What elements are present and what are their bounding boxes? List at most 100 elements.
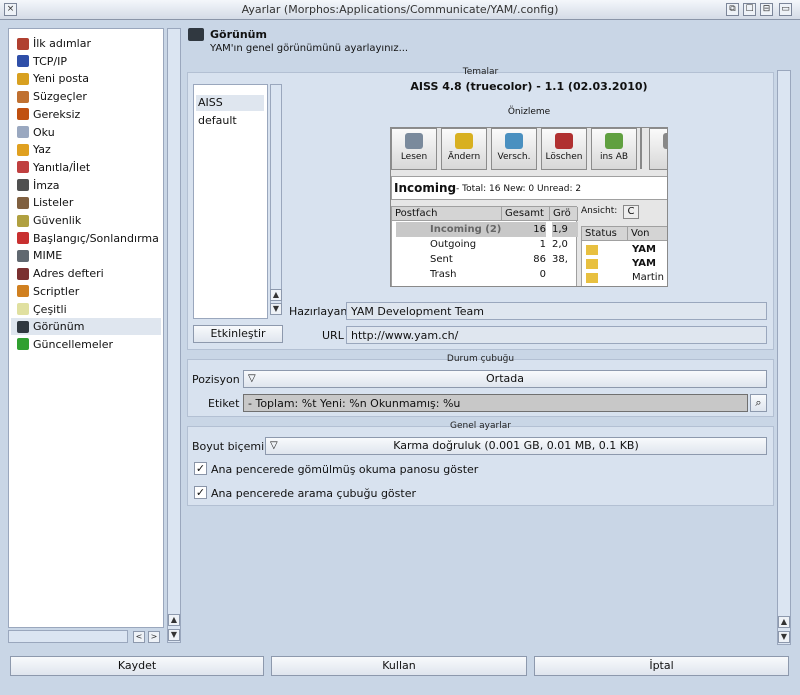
preview-mail-from: Martin — [632, 272, 664, 283]
sidebar-item-icon — [17, 267, 29, 280]
sidebar-item-label: Listeler — [33, 196, 74, 210]
sidebar-hscroll[interactable] — [8, 630, 128, 643]
checkbox-embedded-read-pane[interactable]: ✓ — [194, 462, 207, 475]
theme-preview: Lesen Ändern Versch. Löschen ins AB N Incomin… — [390, 127, 668, 287]
theme-item-default[interactable]: default — [196, 113, 264, 129]
window-titlebar[interactable]: × Ayarlar (Morphos:Applications/Communic… — [0, 0, 800, 20]
position-value: Ortada — [486, 372, 524, 385]
search-icon[interactable]: ⌕ — [750, 394, 767, 412]
sidebar-item-icon — [17, 179, 29, 192]
mail-icon — [586, 273, 598, 283]
scroll-down-button[interactable]: ▼ — [168, 629, 180, 641]
preview-tool-label: Ändern — [447, 152, 481, 162]
sidebar-item-2[interactable]: Yeni posta — [11, 70, 161, 87]
sidebar-item-8[interactable]: İmza — [11, 177, 161, 194]
sidebar-item-icon — [17, 126, 29, 138]
sidebar-item-label: MIME — [33, 249, 63, 263]
preview-folder-size: 38, — [552, 254, 568, 265]
preview-ansicht-label: Ansicht: — [581, 206, 618, 216]
preview-toolbar-sep — [640, 127, 642, 169]
preview-folder-name: Outgoing — [430, 239, 477, 250]
position-dropdown[interactable]: ▽ Ortada — [243, 370, 767, 388]
sidebar-item-label: Süzgeçler — [33, 90, 87, 104]
preview-tool-0: Lesen — [391, 128, 437, 170]
sidebar-item-7[interactable]: Yanıtla/İlet — [11, 159, 161, 176]
sidebar-item-15[interactable]: Çeşitli — [11, 301, 161, 318]
sidebar-item-label: Yanıtla/İlet — [33, 160, 91, 174]
preview-folder-total: 0 — [539, 269, 546, 280]
sidebar-item-label: Görünüm — [33, 320, 85, 334]
author-field: YAM Development Team — [346, 302, 767, 320]
sidebar-item-9[interactable]: Listeler — [11, 194, 161, 211]
use-button[interactable]: Kullan — [271, 656, 527, 676]
sidebar-item-5[interactable]: Oku — [11, 124, 161, 141]
scroll-left-button[interactable]: < — [133, 631, 145, 643]
theme-list-scrollbar[interactable] — [270, 84, 282, 304]
sidebar-item-17[interactable]: Güncellemeler — [11, 336, 161, 353]
page-title: Görünüm — [210, 28, 267, 41]
window-control-3[interactable]: ⊟ — [760, 3, 773, 16]
theme-scroll-down[interactable]: ▼ — [270, 303, 282, 315]
sidebar-item-14[interactable]: Scriptler — [11, 283, 161, 300]
preview-tool-icon — [605, 133, 623, 149]
window-control-2[interactable]: ☐ — [743, 3, 756, 16]
sidebar-item-11[interactable]: Başlangıç/Sonlandırma — [11, 230, 161, 247]
sidebar-item-label: Oku — [33, 125, 55, 139]
sidebar-item-4[interactable]: Gereksiz — [11, 106, 161, 123]
sidebar-item-icon — [17, 320, 29, 333]
preview-tool-label: Versch. — [497, 152, 531, 162]
sidebar-item-16[interactable]: Görünüm — [11, 318, 161, 336]
sidebar-item-6[interactable]: Yaz — [11, 141, 161, 158]
cancel-button[interactable]: İptal — [534, 656, 789, 676]
window-control-4[interactable]: ▭ — [779, 3, 792, 16]
page-subtitle: YAM'ın genel görünümünü ayarlayınız... — [210, 43, 409, 54]
main-scroll-down[interactable]: ▼ — [778, 631, 790, 643]
preview-folder-name: Sent — [430, 254, 453, 265]
save-button[interactable]: Kaydet — [10, 656, 264, 676]
sidebar-item-icon — [17, 214, 29, 227]
statusbar-group-title: Durum çubuğu — [446, 354, 515, 364]
main-scrollbar[interactable]: ▲ ▼ — [777, 70, 791, 645]
theme-title: AISS 4.8 (truecolor) - 1.1 (02.03.2010) — [410, 80, 648, 93]
sidebar-item-icon — [17, 161, 29, 174]
sidebar-item-12[interactable]: MIME — [11, 247, 161, 264]
sidebar-item-13[interactable]: Adres defteri — [11, 265, 161, 282]
col-status: Status — [582, 227, 628, 241]
label-field[interactable]: - Toplam: %t Yeni: %n Okunmamış: %u — [243, 394, 748, 412]
preview-tool-icon — [663, 133, 667, 149]
sidebar-item-label: Çeşitli — [33, 302, 67, 316]
window-control-1[interactable]: ⧉ — [726, 3, 739, 16]
theme-item-aiss[interactable]: AISS — [196, 95, 264, 111]
preview-folder-bar: Incoming - Total: 16 New: 0 Unread: 2 — [391, 176, 667, 200]
dropdown-icon: ▽ — [270, 440, 278, 451]
preview-tool-icon — [455, 133, 473, 149]
preview-folder-total: 16 — [502, 222, 546, 237]
preview-folder-size: 2,0 — [552, 239, 568, 250]
sidebar-item-icon — [17, 143, 29, 156]
sidebar-item-label: Güncellemeler — [33, 337, 113, 351]
sidebar-item-icon — [17, 249, 29, 262]
sidebar-item-0[interactable]: İlk adımlar — [11, 35, 161, 52]
sidebar-item-1[interactable]: TCP/IP — [11, 53, 161, 70]
activate-button[interactable]: Etkinleştir — [193, 325, 283, 343]
scroll-right-button[interactable]: > — [148, 631, 160, 643]
preview-tool-label: ins AB — [599, 152, 629, 162]
theme-scroll-up[interactable]: ▲ — [270, 289, 282, 301]
url-label: URL — [322, 329, 344, 342]
sidebar-item-label: Yeni posta — [33, 72, 90, 86]
main-scroll-up[interactable]: ▲ — [778, 616, 790, 628]
sidebar-item-3[interactable]: Süzgeçler — [11, 88, 161, 105]
theme-list[interactable]: AISS default — [193, 84, 268, 319]
size-dropdown[interactable]: ▽ Karma doğruluk (0.001 GB, 0.01 MB, 0.1… — [265, 437, 767, 455]
checkbox-search-bar[interactable]: ✓ — [194, 486, 207, 499]
url-field[interactable]: http://www.yam.ch/ — [346, 326, 767, 344]
scroll-up-button[interactable]: ▲ — [168, 614, 180, 626]
preview-folder-name: Trash — [430, 269, 457, 280]
preview-tool-label: Lesen — [400, 152, 428, 162]
sidebar-item-10[interactable]: Güvenlik — [11, 212, 161, 229]
preview-folder-total: 1 — [539, 239, 546, 250]
preview-view-icon: C — [623, 205, 639, 219]
sidebar-scrollbar[interactable]: ▲ ▼ — [167, 28, 181, 643]
preview-folder-size: 1,9 — [552, 222, 578, 237]
preview-tool-icon — [405, 133, 423, 149]
